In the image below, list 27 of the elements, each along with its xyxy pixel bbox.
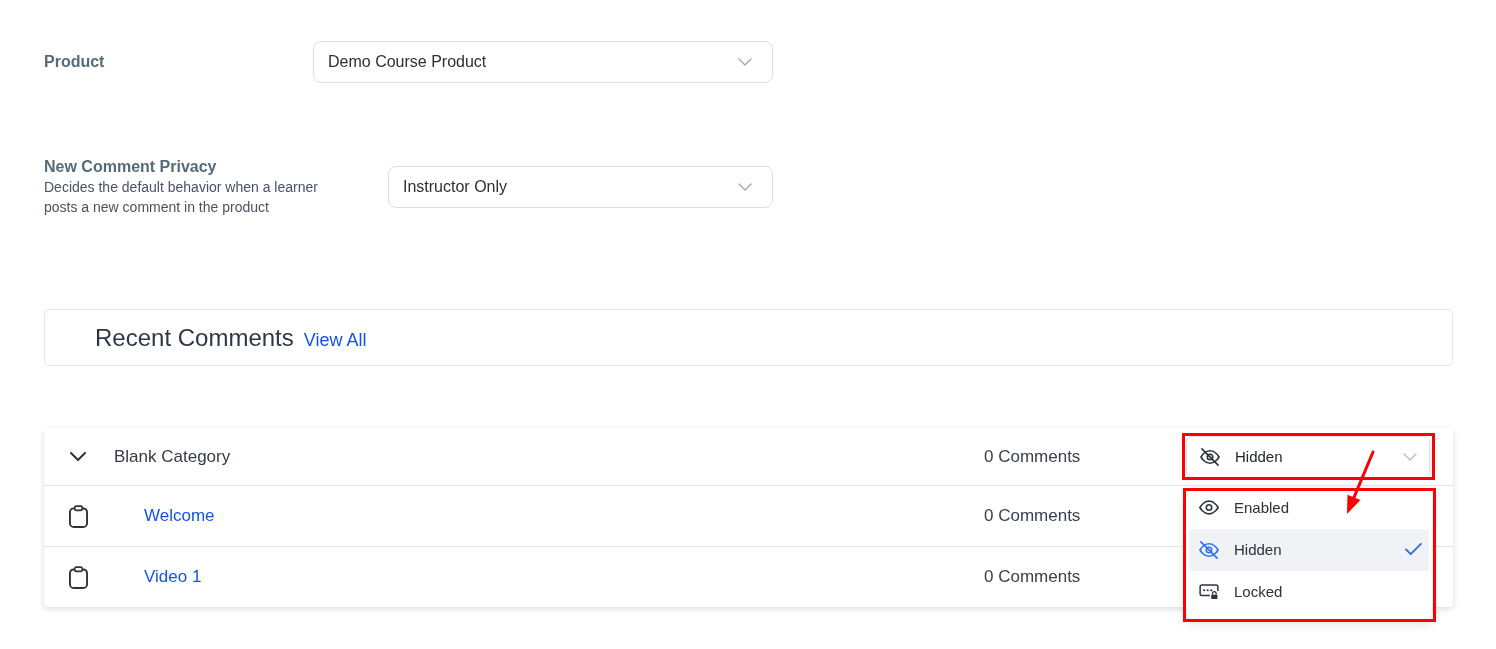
menu-option[interactable]: Enabled [1189,486,1429,529]
check-icon [1405,543,1422,556]
setting-label: New Comment Privacy [44,157,218,177]
comment-count: 0 Comments [984,506,1082,526]
select-field[interactable]: Instructor Only [388,166,773,208]
lesson-link[interactable]: Welcome [144,506,215,526]
view-all-link[interactable]: View All [303,330,367,351]
chevron-down-icon [1403,452,1417,461]
menu-option[interactable]: Hidden [1189,528,1429,571]
clipboard-icon [69,504,88,528]
section-title: Recent Comments [95,324,294,352]
chevron-down-icon[interactable] [70,452,86,461]
eye-slash-icon [1200,447,1220,466]
menu-option[interactable]: Locked [1189,570,1429,613]
lesson-link[interactable]: Video 1 [144,567,202,587]
setting-description: Decides the default behavior when a learner posts a new comment in the product [44,178,319,217]
chevron-down-icon [738,183,752,191]
select-field[interactable]: Demo Course Product [313,41,773,83]
chevron-down-icon [738,58,752,66]
eye-icon [1199,500,1219,515]
eye-slash-icon [1199,540,1219,559]
setting-label: Product [44,52,106,72]
keyboard-lock-icon [1199,583,1219,600]
comment-count: 0 Comments [984,567,1082,587]
clipboard-icon [69,565,88,589]
comment-count: 0 Comments [984,446,1082,467]
category-name: Blank Category [114,446,231,467]
